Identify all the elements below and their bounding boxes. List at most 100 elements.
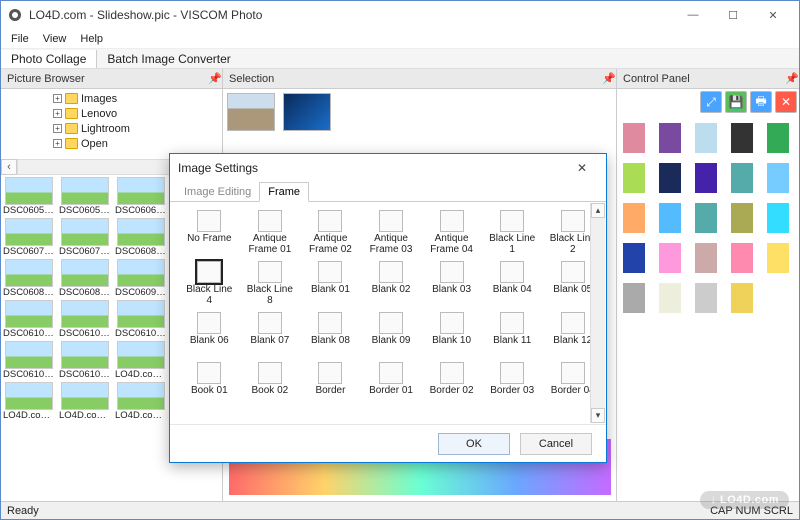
menu-help[interactable]: Help [74,32,109,46]
control-thumbnail[interactable] [623,283,645,313]
frame-option[interactable]: Blank 06 [184,312,235,356]
frame-option[interactable]: Blank 03 [426,261,477,306]
selection-thumbnail[interactable] [227,93,275,131]
thumbnail-item[interactable]: LO4D.com - Fritz.ine [3,382,55,421]
thumbnail-item[interactable]: DSC06055... [59,177,111,216]
control-thumbnail[interactable] [767,243,789,273]
control-thumbnail[interactable] [731,243,753,273]
frame-option[interactable]: Border 03 [487,362,538,406]
frame-option[interactable]: Blank 09 [366,312,417,356]
scroll-left-icon[interactable]: ‹ [1,159,17,175]
frame-grid[interactable]: No FrameAntique Frame 01Antique Frame 02… [170,202,606,424]
frame-option[interactable]: Blank 10 [426,312,477,356]
control-thumbnail[interactable] [659,283,681,313]
pin-icon[interactable]: 📌 [785,72,795,85]
fit-icon[interactable]: ⤢ [700,91,722,113]
thumbnail-item[interactable]: LO4D.com - Fritz.tif [59,382,111,421]
scroll-down-icon[interactable]: ▾ [591,408,605,423]
frame-option[interactable]: No Frame [184,210,235,255]
thumbnail-item[interactable]: DSC06081... [115,218,167,257]
control-thumbnail[interactable] [731,283,753,313]
control-thumbnail[interactable] [695,243,717,273]
frame-option[interactable]: Black Line 8 [245,261,296,306]
pin-icon[interactable]: 📌 [602,72,612,85]
frame-option[interactable]: Book 01 [184,362,235,406]
menu-file[interactable]: File [5,32,35,46]
photo-collage-button[interactable]: Photo Collage [1,50,97,68]
thumbnail-item[interactable]: LO4D.com - Clownfish... [115,341,167,380]
control-thumbnail[interactable] [659,203,681,233]
control-thumbnail[interactable] [731,163,753,193]
thumbnail-item[interactable]: DSC06106... [59,341,111,380]
control-thumbnail[interactable] [623,123,645,153]
folder-tree[interactable]: +Images +Lenovo +Lightroom +Open [1,89,222,159]
control-thumbnail[interactable] [695,123,717,153]
batch-converter-button[interactable]: Batch Image Converter [97,50,240,68]
frame-option[interactable]: Blank 01 [305,261,356,306]
frame-option[interactable]: Border 02 [426,362,477,406]
control-thumbnail-grid[interactable] [617,117,799,501]
control-thumbnail[interactable] [731,123,753,153]
thumbnail-item[interactable]: DSC06104... [115,300,167,339]
frame-option[interactable]: Antique Frame 01 [245,210,296,255]
frame-option[interactable]: Blank 04 [487,261,538,306]
pin-icon[interactable]: 📌 [208,72,218,85]
thumbnail-item[interactable]: DSC06105... [3,341,55,380]
control-thumbnail[interactable] [659,243,681,273]
frame-option[interactable]: Antique Frame 04 [426,210,477,255]
delete-icon[interactable]: ✕ [775,91,797,113]
scroll-track[interactable] [591,218,605,408]
thumbnail-item[interactable]: DSC06089... [59,259,111,298]
thumbnail-item[interactable]: DSC06103... [59,300,111,339]
close-button[interactable]: ✕ [753,1,793,29]
tab-frame[interactable]: Frame [259,182,309,202]
control-thumbnail[interactable] [695,163,717,193]
dialog-close-button[interactable]: ✕ [566,156,598,180]
control-thumbnail[interactable] [767,163,789,193]
control-thumbnail[interactable] [623,163,645,193]
tab-image-editing[interactable]: Image Editing [176,183,259,201]
frame-option[interactable]: Antique Frame 02 [305,210,356,255]
ok-button[interactable]: OK [438,433,510,455]
control-thumbnail[interactable] [659,123,681,153]
minimize-button[interactable]: — [673,1,713,29]
control-thumbnail[interactable] [767,123,789,153]
frame-option[interactable]: Blank 07 [245,312,296,356]
thumbnail-item[interactable]: DSC06052... [3,177,55,216]
menu-view[interactable]: View [37,32,73,46]
scroll-up-icon[interactable]: ▴ [591,203,605,218]
thumbnail-item[interactable]: DSC06087... [3,259,55,298]
frame-option[interactable]: Book 02 [245,362,296,406]
thumbnail-image [61,300,109,328]
save-icon[interactable]: 💾 [725,91,747,113]
frame-option[interactable]: Antique Frame 03 [366,210,417,255]
frame-option[interactable]: Border 01 [366,362,417,406]
control-thumbnail[interactable] [731,203,753,233]
dialog-scrollbar[interactable]: ▴ ▾ [590,203,605,423]
frame-option[interactable]: Border [305,362,356,406]
control-thumbnail[interactable] [767,203,789,233]
thumbnail-item[interactable]: DSC06092... [115,259,167,298]
control-thumbnail[interactable] [659,163,681,193]
thumbnail-item[interactable]: LO4D.com - Star Fish.ine [115,382,167,421]
control-thumbnail[interactable] [695,203,717,233]
control-thumbnail[interactable] [623,203,645,233]
thumbnail-item[interactable]: DSC06066... [115,177,167,216]
frame-option[interactable]: Black Line 1 [487,210,538,255]
print-icon[interactable]: 🖶 [750,91,772,113]
control-thumbnail[interactable] [695,283,717,313]
thumbnail-caption: LO4D.com - Clownfish... [115,369,167,380]
selection-thumbnail[interactable] [283,93,331,131]
thumbnail-item[interactable]: DSC06102... [3,300,55,339]
control-thumbnail[interactable] [623,243,645,273]
maximize-button[interactable]: ☐ [713,1,753,29]
thumbnail-item[interactable]: DSC06075... [3,218,55,257]
frame-option[interactable]: Blank 11 [487,312,538,356]
cancel-button[interactable]: Cancel [520,433,592,455]
frame-option[interactable]: Black Line 4 [184,261,235,306]
frame-label: Blank 09 [372,336,411,356]
thumbnail-caption: DSC06055... [59,205,111,216]
frame-option[interactable]: Blank 08 [305,312,356,356]
thumbnail-item[interactable]: DSC06078... [59,218,111,257]
frame-option[interactable]: Blank 02 [366,261,417,306]
